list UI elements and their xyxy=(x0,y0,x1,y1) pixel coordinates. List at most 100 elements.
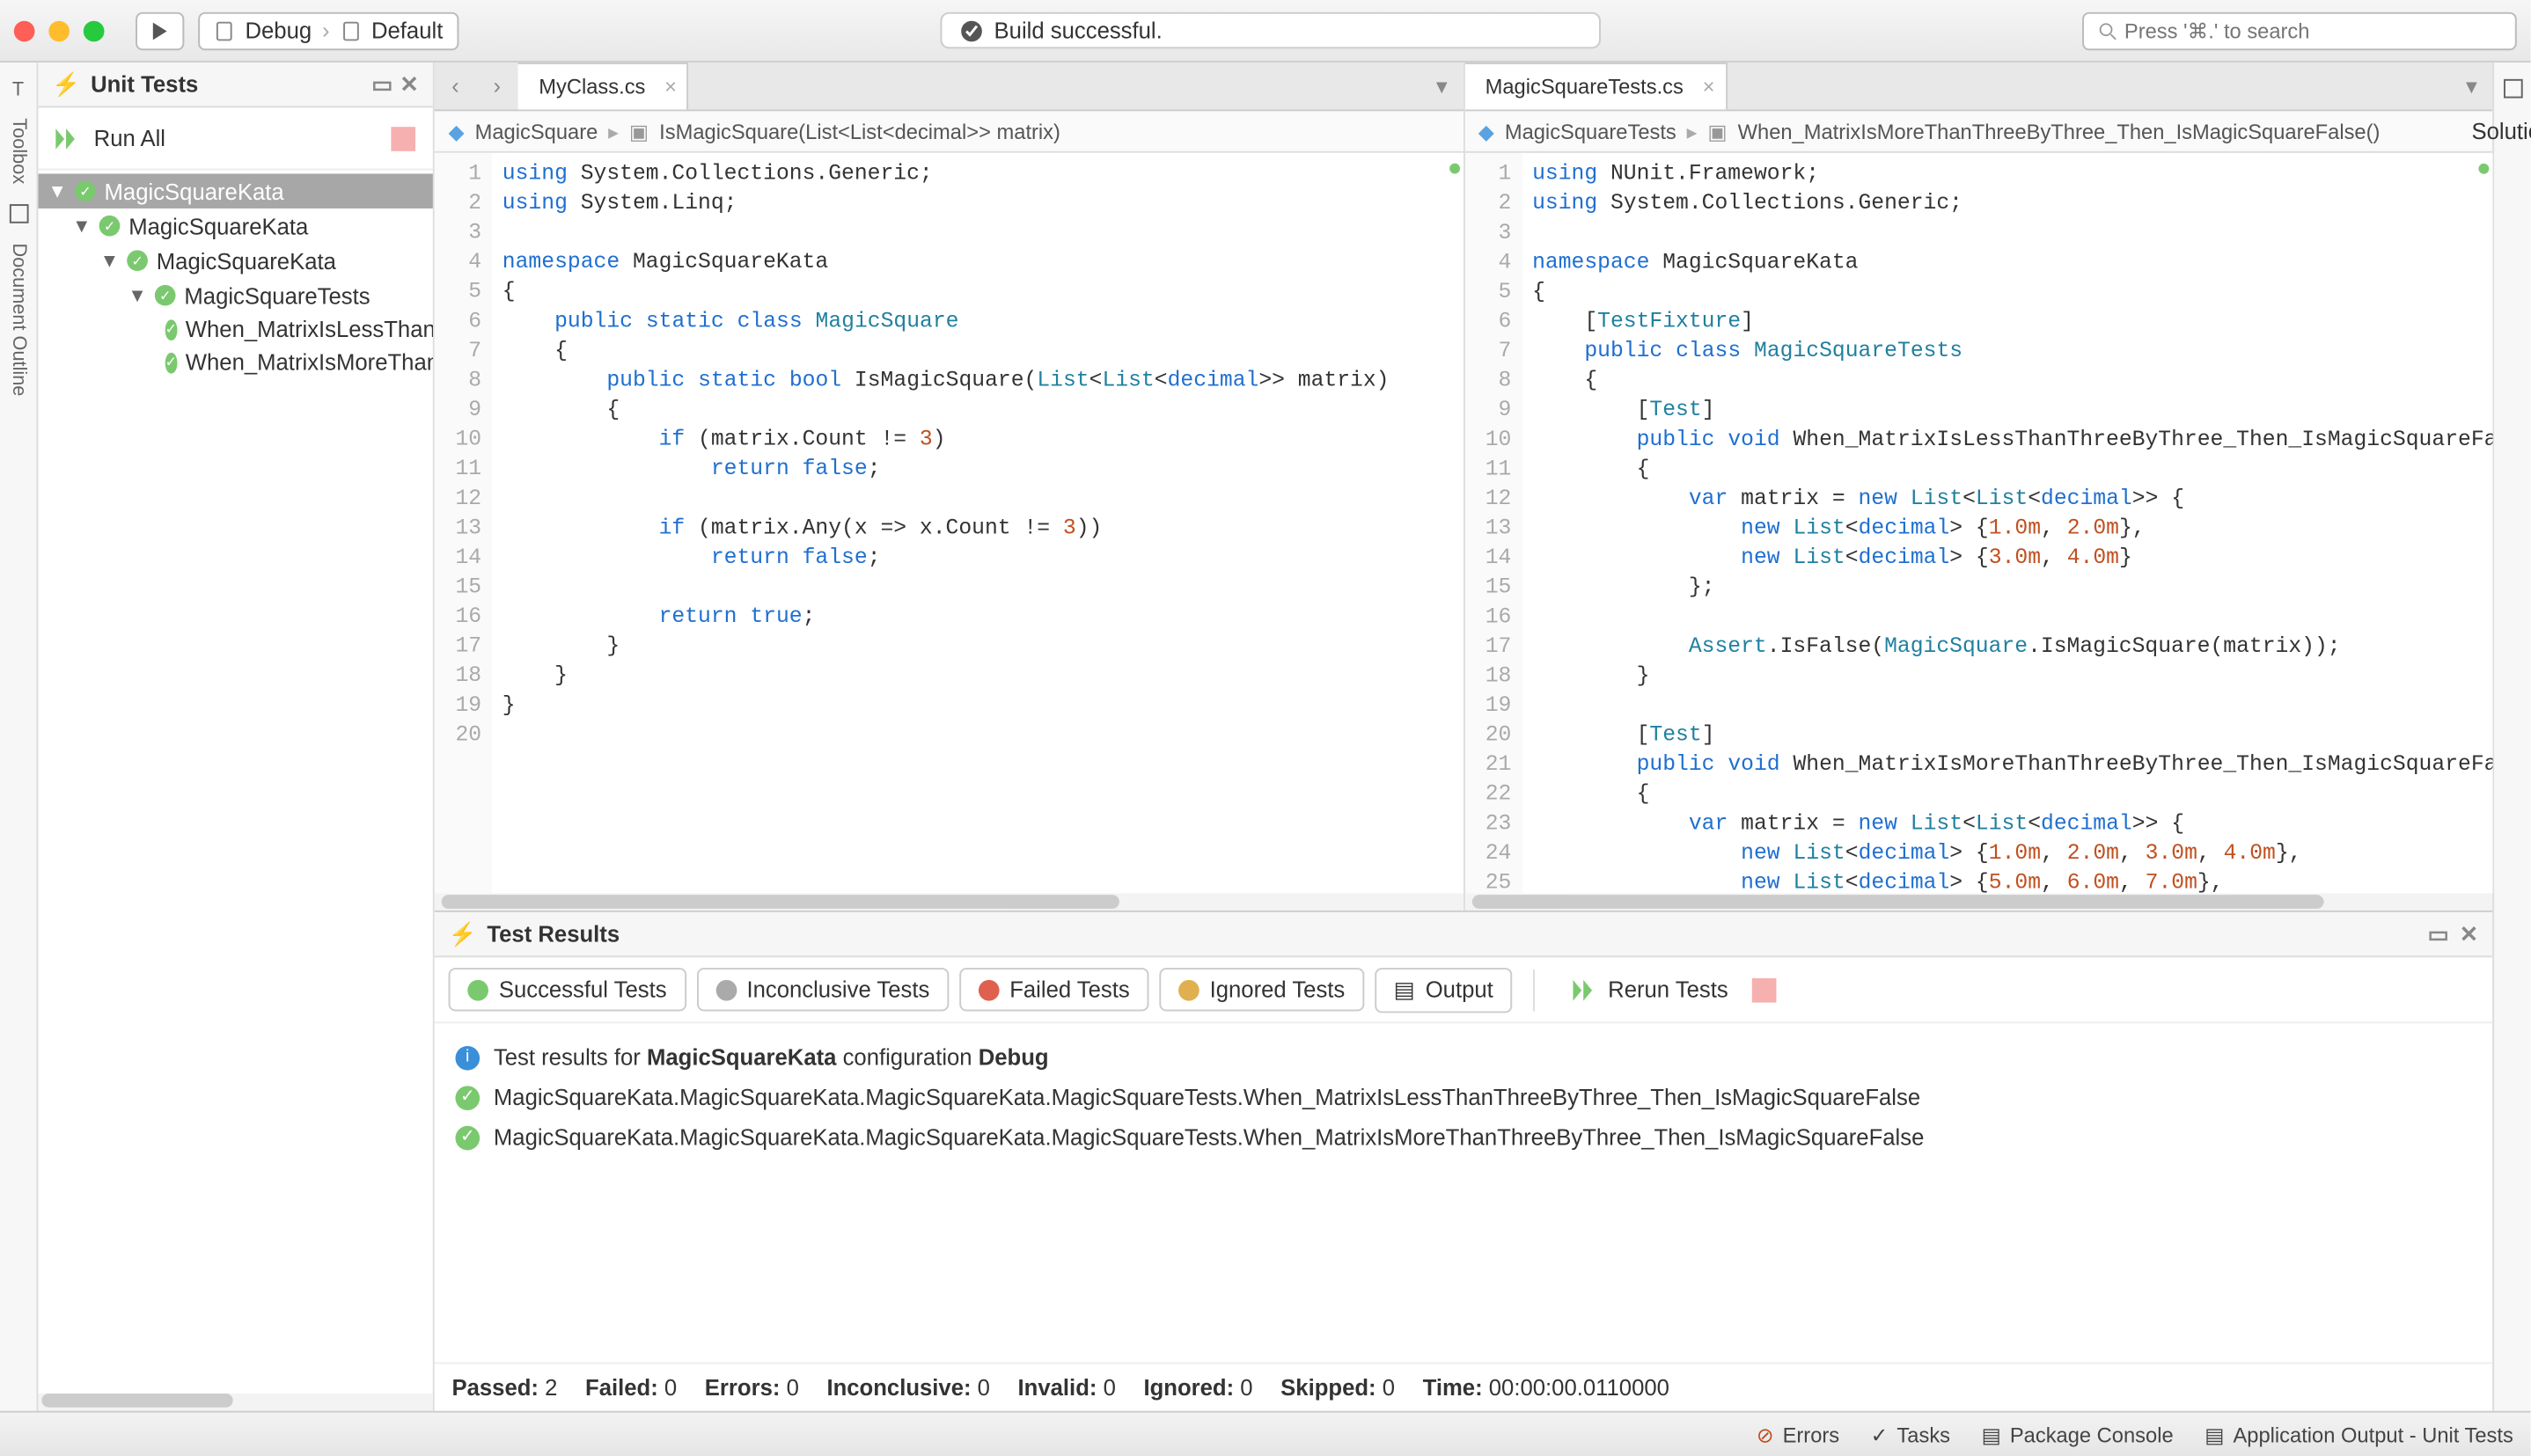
tasks-button[interactable]: ✓Tasks xyxy=(1871,1423,1950,1447)
tree-label: MagicSquareKata xyxy=(157,247,336,274)
test-results-panel: ⚡ Test Results ▭ ✕ Successful Tests Inco… xyxy=(435,911,2492,1411)
breadcrumb-method[interactable]: IsMagicSquare(List<List<decimal>> matrix… xyxy=(659,119,1060,143)
filter-successful[interactable]: Successful Tests xyxy=(449,968,686,1011)
document-icon xyxy=(340,20,361,41)
info-icon: i xyxy=(455,1045,480,1070)
pass-icon: ✓ xyxy=(165,318,177,340)
outline-icon[interactable] xyxy=(6,201,31,226)
editor-right: MagicSquareTests.cs × ▾ ◆ MagicSquareTes… xyxy=(1464,62,2492,911)
filter-ignored[interactable]: Ignored Tests xyxy=(1159,968,1364,1011)
filter-output[interactable]: ▤Output xyxy=(1375,967,1513,1012)
tree-label: MagicSquareKata xyxy=(128,213,308,239)
close-icon[interactable]: × xyxy=(664,75,677,99)
solution-tab[interactable]: Solution xyxy=(2471,118,2531,144)
tree-row[interactable]: ✓When_MatrixIsMoreThanThreeByThree_Then_… xyxy=(38,346,432,379)
nav-back[interactable]: ‹ xyxy=(435,62,476,109)
errors-button[interactable]: ⊘Errors xyxy=(1757,1423,1839,1447)
right-tool-rail: Solution xyxy=(2492,62,2530,1411)
rerun-tests-button[interactable]: Rerun Tests xyxy=(1556,969,1794,1009)
pass-icon: ✓ xyxy=(99,216,121,237)
tree-label: MagicSquareKata xyxy=(105,178,284,204)
build-status: Build successful. xyxy=(940,12,1601,48)
check-icon: ✓ xyxy=(1871,1423,1889,1447)
close-icon[interactable]: ✕ xyxy=(2460,920,2479,948)
config-label: Debug xyxy=(245,18,312,44)
svg-text:T: T xyxy=(11,78,23,100)
autohide-icon[interactable]: ▭ xyxy=(2428,920,2449,948)
package-console-button[interactable]: ▤Package Console xyxy=(1982,1423,2174,1447)
search-icon xyxy=(2098,20,2117,41)
pass-icon: ✓ xyxy=(127,250,148,271)
tree-row[interactable]: ▾✓MagicSquareKata xyxy=(38,174,432,209)
check-circle-icon xyxy=(959,18,984,43)
test-row[interactable]: ✓MagicSquareKata.MagicSquareKata.MagicSq… xyxy=(455,1078,2471,1117)
pass-icon: ✓ xyxy=(165,352,177,373)
ok-marker-icon xyxy=(1449,164,1459,174)
tab-tests[interactable]: MagicSquareTests.cs × xyxy=(1464,62,1727,109)
tree-row[interactable]: ▾✓MagicSquareKata xyxy=(38,244,432,279)
editor-hscroll[interactable] xyxy=(435,893,1463,911)
test-row[interactable]: ✓MagicSquareKata.MagicSquareKata.MagicSq… xyxy=(455,1117,2471,1157)
bolt-icon: ⚡ xyxy=(449,920,477,948)
configuration-selector[interactable]: Debug › Default xyxy=(198,11,459,49)
application-output-button[interactable]: ▤Application Output - Unit Tests xyxy=(2205,1423,2513,1447)
toolbox-tab[interactable]: Toolbox xyxy=(8,118,29,184)
target-label: Default xyxy=(371,18,443,44)
global-search[interactable] xyxy=(2082,11,2517,49)
tree-row[interactable]: ✓When_MatrixIsLessThanThreeByThree_Then_… xyxy=(38,313,432,347)
test-results-info: i Test results for MagicSquareKata confi… xyxy=(455,1037,2471,1077)
class-icon: ◆ xyxy=(449,119,465,143)
zoom-icon[interactable] xyxy=(84,20,105,41)
filter-failed[interactable]: Failed Tests xyxy=(959,968,1149,1011)
document-outline-tab[interactable]: Document Outline xyxy=(8,243,29,396)
autohide-icon[interactable]: ▭ xyxy=(371,70,392,99)
terminal-icon: ▤ xyxy=(1394,976,1415,1004)
method-icon: ▣ xyxy=(629,119,649,143)
pass-icon: ✓ xyxy=(75,180,96,201)
breadcrumb[interactable]: ◆ MagicSquareTests ▸ ▣ When_MatrixIsMore… xyxy=(1464,111,2492,152)
breadcrumb-method[interactable]: When_MatrixIsMoreThanThreeByThree_Then_I… xyxy=(1738,119,2381,143)
check-icon: ✓ xyxy=(455,1085,480,1109)
class-icon: ◆ xyxy=(1478,119,1494,143)
tree-row[interactable]: ▾✓MagicSquareTests xyxy=(38,278,432,313)
nav-forward[interactable]: › xyxy=(476,62,517,109)
stop-icon[interactable] xyxy=(391,126,415,150)
tab-myclass[interactable]: MyClass.cs × xyxy=(518,62,689,109)
document-icon xyxy=(214,20,235,41)
unit-tests-panel: ⚡ Unit Tests ▭ ✕ Run All ▾✓MagicSquareKa… xyxy=(38,62,434,1411)
code-editor[interactable]: 1234567891011121314151617181920212223242… xyxy=(1464,153,2492,893)
editor-hscroll[interactable] xyxy=(1464,893,2492,911)
run-all-icon xyxy=(55,128,80,149)
bolt-icon: ⚡ xyxy=(52,70,80,99)
tree-hscroll[interactable] xyxy=(38,1394,432,1411)
tab-dropdown[interactable]: ▾ xyxy=(1421,62,1463,109)
close-icon[interactable]: ✕ xyxy=(400,70,419,99)
close-icon[interactable] xyxy=(14,20,35,41)
tree-row[interactable]: ▾✓MagicSquareKata xyxy=(38,209,432,244)
ok-marker-icon xyxy=(2478,164,2489,174)
breadcrumb-class[interactable]: MagicSquare xyxy=(475,119,598,143)
filter-inconclusive[interactable]: Inconclusive Tests xyxy=(696,968,949,1011)
stop-icon[interactable] xyxy=(1752,977,1777,1002)
status-bar: ⊘Errors ✓Tasks ▤Package Console ▤Applica… xyxy=(0,1411,2531,1456)
test-results-header: ⚡ Test Results ▭ ✕ xyxy=(435,912,2492,957)
tab-dropdown[interactable]: ▾ xyxy=(2451,62,2492,109)
unit-tests-header: ⚡ Unit Tests ▭ ✕ xyxy=(38,62,432,107)
toolbox-icon[interactable]: T xyxy=(6,77,31,101)
tab-label: MyClass.cs xyxy=(539,75,645,99)
run-button[interactable] xyxy=(136,11,184,49)
solution-icon[interactable] xyxy=(2500,77,2525,101)
search-input[interactable] xyxy=(2124,18,2501,43)
error-icon: ⊘ xyxy=(1757,1423,1774,1447)
breadcrumb-class[interactable]: MagicSquareTests xyxy=(1505,119,1676,143)
minimize-icon[interactable] xyxy=(48,20,70,41)
code-editor[interactable]: 1234567891011121314151617181920 using Sy… xyxy=(435,153,1463,893)
close-icon[interactable]: × xyxy=(1703,75,1715,99)
test-results-body: i Test results for MagicSquareKata confi… xyxy=(435,1023,2492,1362)
breadcrumb[interactable]: ◆ MagicSquare ▸ ▣ IsMagicSquare(List<Lis… xyxy=(435,111,1463,152)
test-tree[interactable]: ▾✓MagicSquareKata▾✓MagicSquareKata▾✓Magi… xyxy=(38,171,432,1394)
top-toolbar: Debug › Default Build successful. xyxy=(0,0,2531,62)
run-all-button[interactable]: Run All xyxy=(38,107,432,170)
run-icon xyxy=(1574,979,1598,1000)
test-results-toolbar: Successful Tests Inconclusive Tests Fail… xyxy=(435,957,2492,1023)
